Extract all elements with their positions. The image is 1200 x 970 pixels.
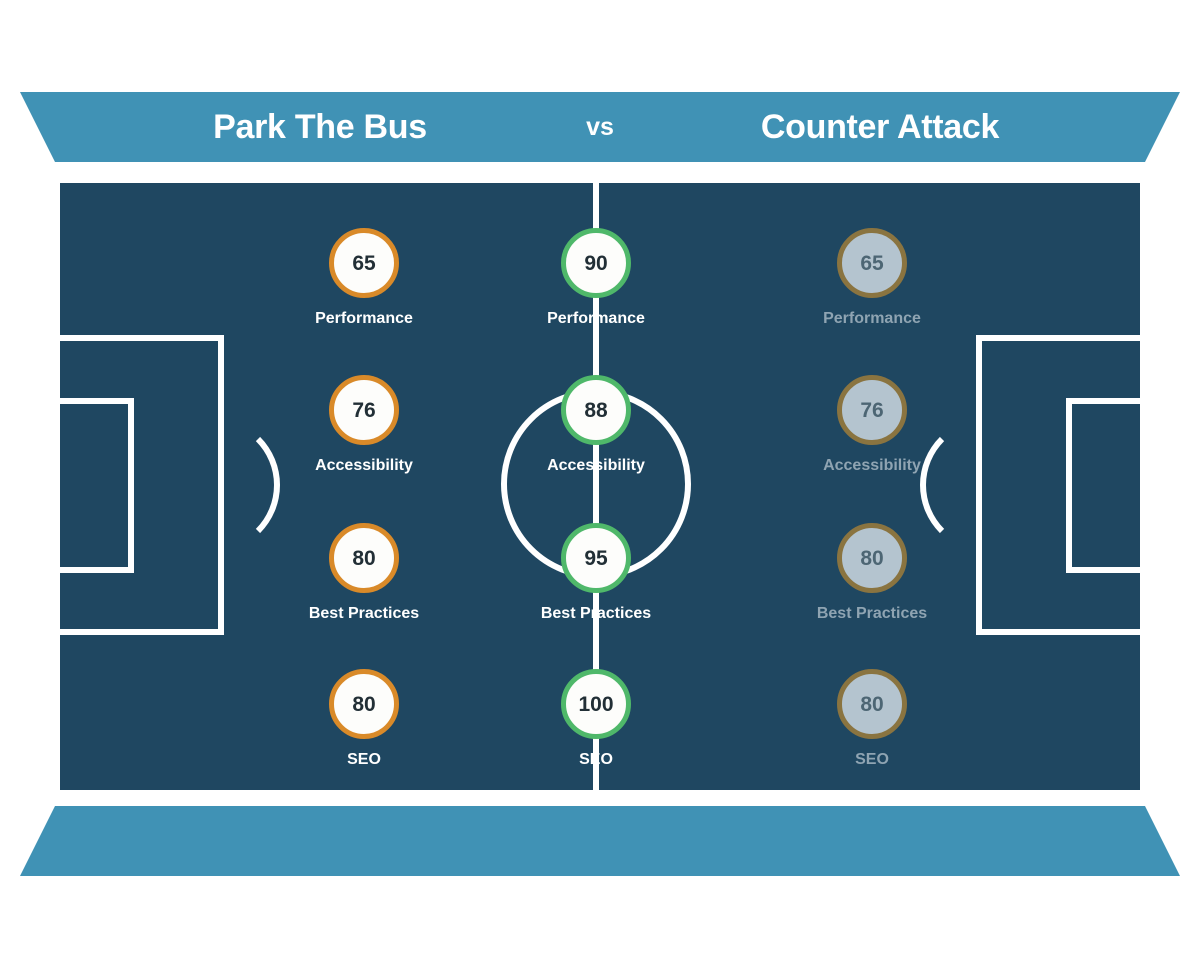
score-value: 100 [578,692,614,716]
score-value: 76 [352,398,376,422]
metric-seo-right[interactable]: 100 SEO [486,669,706,769]
header-banner [20,92,1180,162]
score-value: 80 [860,692,884,716]
metric-performance-right[interactable]: 90 Performance [486,228,706,328]
metric-accessibility-right[interactable]: 88 Accessibility [486,375,706,475]
score-gauge-seo-ghost: 80 [837,669,907,739]
metric-best-practices-ghost[interactable]: 80 Best Practices [762,523,982,623]
metric-accessibility-left[interactable]: 76 Accessibility [254,375,474,475]
football-pitch: 65 Performance 76 Accessibility 80 Best … [60,183,1140,790]
metric-label: Accessibility [315,457,413,474]
left-goal-box-marking [60,398,134,573]
score-gauge-accessibility-ghost: 76 [837,375,907,445]
metric-label: Best Practices [816,605,928,622]
metric-best-practices-left[interactable]: 80 Best Practices [254,523,474,623]
score-value: 80 [352,546,376,570]
footer-banner [20,806,1180,876]
metric-label: Accessibility [547,457,645,474]
score-value: 76 [860,398,884,422]
metric-label: SEO [855,751,889,768]
score-gauge-performance-right: 90 [561,228,631,298]
metric-label: SEO [347,751,381,768]
score-value: 90 [584,251,608,275]
score-gauge-best-practices-ghost: 80 [837,523,907,593]
metric-performance-left[interactable]: 65 Performance [254,228,474,328]
right-goal-box-marking [1066,398,1140,573]
score-gauge-accessibility-left: 76 [329,375,399,445]
metric-label: Performance [823,310,921,327]
score-value: 65 [860,251,884,275]
score-gauge-performance-left: 65 [329,228,399,298]
score-gauge-best-practices-left: 80 [329,523,399,593]
score-gauge-seo-right: 100 [561,669,631,739]
score-gauge-performance-ghost: 65 [837,228,907,298]
score-gauge-accessibility-right: 88 [561,375,631,445]
score-value: 80 [352,692,376,716]
metric-label: Best Practices [308,605,420,622]
metric-performance-ghost[interactable]: 65 Performance [762,228,982,328]
metric-seo-left[interactable]: 80 SEO [254,669,474,769]
score-value: 88 [584,398,608,422]
scorecard-graphic: Park The Bus vs Counter Attack 65 Perfor… [0,0,1200,970]
metric-accessibility-ghost[interactable]: 76 Accessibility [762,375,982,475]
metric-seo-ghost[interactable]: 80 SEO [762,669,982,769]
metric-label: Performance [315,310,413,327]
score-value: 65 [352,251,376,275]
score-value: 95 [584,546,608,570]
metric-label: Best Practices [540,605,652,622]
metric-label: Performance [547,310,645,327]
metric-label: Accessibility [823,457,921,474]
score-value: 80 [860,546,884,570]
metric-best-practices-right[interactable]: 95 Best Practices [486,523,706,623]
score-gauge-best-practices-right: 95 [561,523,631,593]
score-gauge-seo-left: 80 [329,669,399,739]
metric-label: SEO [579,751,613,768]
